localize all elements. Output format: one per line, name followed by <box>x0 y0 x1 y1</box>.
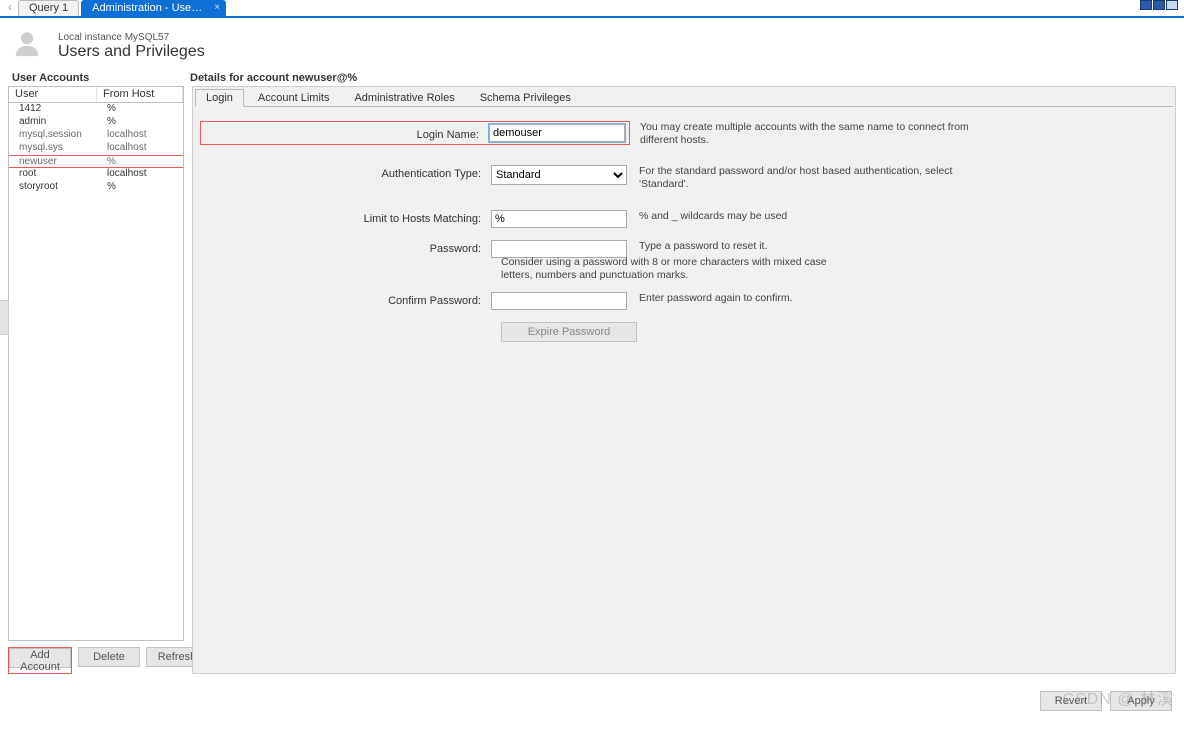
close-icon[interactable]: × <box>214 2 220 13</box>
hosts-hint: % and _ wildcards may be used <box>639 210 787 223</box>
tab-admin-users-priv[interactable]: Administration - Users and Privil… × <box>81 0 226 16</box>
details-panel: Login Account Limits Administrative Role… <box>192 86 1176 674</box>
tab-login[interactable]: Login <box>195 89 244 107</box>
table-row[interactable]: admin% <box>9 116 183 129</box>
table-row[interactable]: 1412% <box>9 103 183 116</box>
col-host[interactable]: From Host <box>97 87 183 102</box>
login-name-hint: You may create multiple accounts with th… <box>640 121 980 147</box>
tab-scroll-left-icon[interactable]: ‹ <box>8 0 12 14</box>
apply-button[interactable]: Apply <box>1110 691 1172 711</box>
tab-schema-privileges[interactable]: Schema Privileges <box>469 89 582 107</box>
expire-password-button[interactable]: Expire Password <box>501 322 637 342</box>
window-tiler-icon[interactable] <box>1140 0 1178 12</box>
password-advice: Consider using a password with 8 or more… <box>501 256 841 282</box>
table-row[interactable]: storyroot% <box>9 181 183 194</box>
tab-label: Administration - Users and Privil… <box>92 2 226 14</box>
hosts-input[interactable] <box>491 210 627 228</box>
table-row[interactable]: mysql.sessionlocalhost <box>9 129 183 142</box>
page-title: Users and Privileges <box>58 43 205 61</box>
tab-account-limits[interactable]: Account Limits <box>247 89 341 107</box>
password-input[interactable] <box>491 240 627 258</box>
connection-label: Local instance MySQL57 <box>58 32 205 43</box>
auth-type-select[interactable]: Standard <box>491 165 627 185</box>
users-header-icon <box>10 28 44 58</box>
confirm-password-input[interactable] <box>491 292 627 310</box>
password-hint: Type a password to reset it. <box>639 240 767 253</box>
delete-account-button[interactable]: Delete <box>78 647 140 667</box>
login-name-input[interactable] <box>489 124 625 142</box>
tab-query1[interactable]: Query 1 <box>18 0 79 16</box>
confirm-password-hint: Enter password again to confirm. <box>639 292 793 305</box>
tab-admin-roles[interactable]: Administrative Roles <box>343 89 465 107</box>
col-user[interactable]: User <box>9 87 97 102</box>
table-row[interactable]: rootlocalhost <box>9 168 183 181</box>
user-accounts-table[interactable]: User From Host 1412% admin% mysql.sessio… <box>8 86 184 641</box>
table-row-newuser[interactable]: newuser% <box>9 155 183 168</box>
page-header: Local instance MySQL57 Users and Privile… <box>0 18 1184 72</box>
user-accounts-heading: User Accounts <box>12 72 190 86</box>
confirm-password-label: Confirm Password: <box>201 292 491 307</box>
details-heading: Details for account newuser@% <box>190 72 357 86</box>
table-row[interactable]: mysql.syslocalhost <box>9 142 183 155</box>
auth-type-label: Authentication Type: <box>201 165 491 180</box>
auth-type-hint: For the standard password and/or host ba… <box>639 165 979 191</box>
add-account-button[interactable]: Add Account <box>9 648 71 668</box>
login-name-label: Login Name: <box>201 126 489 141</box>
revert-button[interactable]: Revert <box>1040 691 1102 711</box>
password-label: Password: <box>201 240 491 255</box>
top-tab-strip: ‹ Query 1 Administration - Users and Pri… <box>0 0 1184 18</box>
left-edge-scroll-handle[interactable] <box>0 300 9 335</box>
hosts-label: Limit to Hosts Matching: <box>201 210 491 225</box>
